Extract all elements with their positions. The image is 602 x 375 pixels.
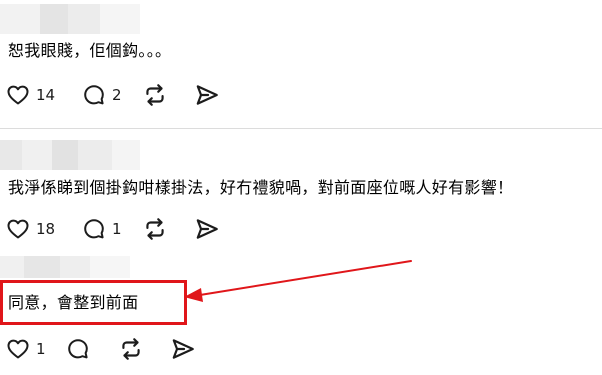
post-3-like-button[interactable]: 1 bbox=[6, 335, 66, 363]
post-3-like-count: 1 bbox=[36, 340, 46, 358]
annotation-arrow bbox=[184, 260, 412, 302]
comment-icon bbox=[68, 339, 88, 359]
send-icon bbox=[172, 339, 194, 359]
heart-icon bbox=[7, 339, 29, 359]
post-3-actions: 1 bbox=[6, 335, 200, 363]
post-3-share-button[interactable] bbox=[170, 335, 200, 363]
post-3-repost-button[interactable] bbox=[118, 335, 170, 363]
post-3-reply-button[interactable] bbox=[66, 335, 118, 363]
repost-icon bbox=[122, 338, 140, 360]
